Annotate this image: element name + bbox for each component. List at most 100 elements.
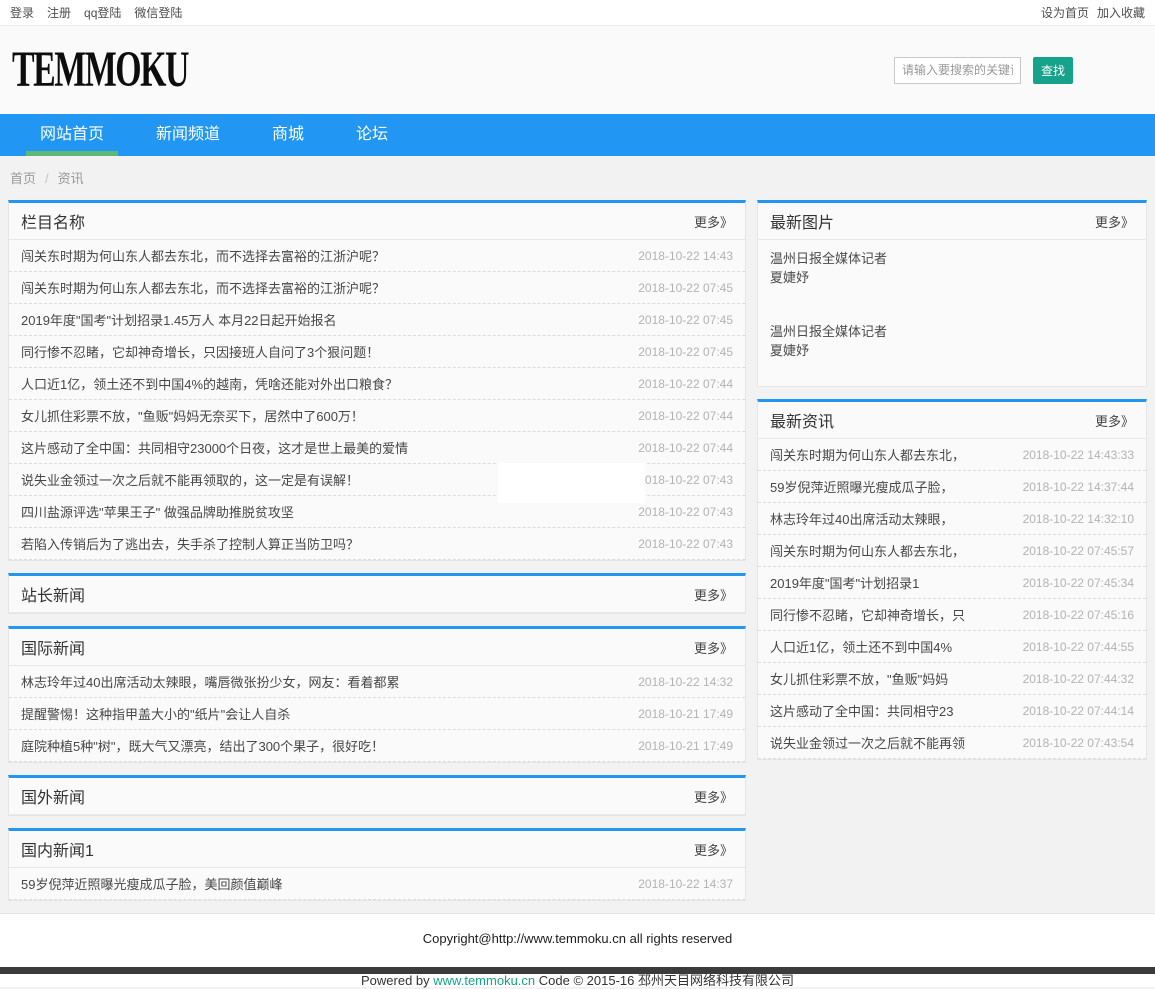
news-row-title: 四川盐源评选"苹果王子" 做强品牌助推脱贫攻坚 [21, 502, 294, 521]
news-row-time: 2018-10-21 17:49 [638, 739, 733, 753]
more-link[interactable]: 更多》 [694, 585, 733, 604]
news-row-title: 女儿抓住彩票不放，"鱼贩"妈妈无奈买下，居然中了600万！ [21, 406, 364, 425]
news-row-title: 闯关东时期为何山东人都去东北，而不选择去富裕的江浙沪呢？ [21, 278, 385, 297]
news-row[interactable]: 2019年度"国考"计划招录1 2018-10-22 07:45:34 [758, 567, 1146, 599]
latest-images-list: 温州日报全媒体记者 夏婕妤 温州日报全媒体记者 夏婕妤 [758, 240, 1146, 386]
panel-title: 国外新闻 [21, 784, 85, 808]
topbar-link[interactable]: 微信登陆 [134, 4, 182, 21]
more-link[interactable]: 更多》 [694, 212, 733, 231]
news-row[interactable]: 同行惨不忍睹，它却神奇增长，只 2018-10-22 07:45:16 [758, 599, 1146, 631]
nav-item-mall[interactable]: 商城 [258, 114, 318, 156]
white-patch-overlay [498, 463, 645, 503]
panel-header: 栏目名称 更多》 [9, 203, 745, 240]
news-list: 闯关东时期为何山东人都去东北， 2018-10-22 14:43:33 59岁倪… [758, 439, 1146, 759]
panel-latest-images: 最新图片 更多》 温州日报全媒体记者 夏婕妤 温州日报全媒体记者 夏婕妤 [757, 200, 1147, 387]
more-link[interactable]: 更多》 [694, 638, 733, 657]
panel-column-news: 栏目名称 更多》 闯关东时期为何山东人都去东北，而不选择去富裕的江浙沪呢？ 20… [8, 200, 746, 561]
image-item[interactable]: 温州日报全媒体记者 夏婕妤 [758, 313, 1146, 386]
nav-item-news-channel[interactable]: 新闻频道 [142, 114, 234, 156]
more-link[interactable]: 更多》 [694, 840, 733, 859]
image-item-caption-line2: 夏婕妤 [770, 268, 1134, 287]
breadcrumb: 首页/资讯 [0, 156, 1155, 200]
news-row-time: 2018-10-22 07:44 [638, 409, 733, 423]
panel-title: 站长新闻 [21, 582, 85, 606]
copyright-text: Copyright@http://www.temmoku.cn all righ… [0, 931, 1155, 946]
news-row-time: 2018-10-22 14:43:33 [1023, 448, 1134, 462]
news-row[interactable]: 闯关东时期为何山东人都去东北， 2018-10-22 14:43:33 [758, 439, 1146, 471]
news-list: 59岁倪萍近照曝光瘦成瓜子脸，美回颜值巅峰 2018-10-22 14:37 [9, 868, 745, 900]
news-row-title: 若陷入传销后为了逃出去，失手杀了控制人算正当防卫吗？ [21, 534, 359, 553]
news-row[interactable]: 闯关东时期为何山东人都去东北，而不选择去富裕的江浙沪呢？ 2018-10-22 … [9, 272, 745, 304]
image-item-caption-line1: 温州日报全媒体记者 [770, 322, 1134, 341]
topbar-right-links: 设为首页加入收藏 [1033, 4, 1145, 21]
site-header: TEMMOKU 查找 [0, 26, 1155, 114]
news-row-time: 2018-10-22 14:43 [638, 249, 733, 263]
main-nav: 网站首页 新闻频道 商城 论坛 [0, 114, 1155, 156]
footer-site-link[interactable]: www.temmoku.cn [433, 973, 535, 988]
news-row[interactable]: 提醒警惕！这种指甲盖大小的"纸片"会让人自杀 2018-10-21 17:49 [9, 698, 745, 730]
news-row-title: 林志玲年过40出席活动太辣眼，嘴唇微张扮少女，网友：看着都累 [21, 672, 399, 691]
panel-header: 站长新闻 更多》 [9, 576, 745, 613]
news-row-title: 2019年度"国考"计划招录1.45万人 本月22日起开始报名 [21, 310, 337, 329]
site-footer: Copyright@http://www.temmoku.cn all righ… [0, 913, 1155, 987]
nav-item-forum[interactable]: 论坛 [342, 114, 402, 156]
news-row-title: 闯关东时期为何山东人都去东北，而不选择去富裕的江浙沪呢？ [21, 246, 385, 265]
panel-header: 国际新闻 更多》 [9, 629, 745, 666]
news-row[interactable]: 这片感动了全中国：共同相守23 2018-10-22 07:44:14 [758, 695, 1146, 727]
news-row[interactable]: 林志玲年过40出席活动太辣眼， 2018-10-22 14:32:10 [758, 503, 1146, 535]
image-item[interactable]: 温州日报全媒体记者 夏婕妤 [758, 240, 1146, 313]
news-row-time: 2018-10-22 07:44:32 [1023, 672, 1134, 686]
news-row-time: 2018-10-22 07:43 [638, 537, 733, 551]
news-row-time: 2018-10-22 14:37 [638, 877, 733, 891]
more-link[interactable]: 更多》 [1095, 212, 1134, 231]
more-link[interactable]: 更多》 [1095, 411, 1134, 430]
news-row-title: 2019年度"国考"计划招录1 [770, 573, 919, 592]
more-link[interactable]: 更多》 [694, 787, 733, 806]
news-row[interactable]: 2019年度"国考"计划招录1.45万人 本月22日起开始报名 2018-10-… [9, 304, 745, 336]
news-row[interactable]: 闯关东时期为何山东人都去东北，而不选择去富裕的江浙沪呢？ 2018-10-22 … [9, 240, 745, 272]
topbar-link[interactable]: 注册 [47, 4, 71, 21]
news-row[interactable]: 林志玲年过40出席活动太辣眼，嘴唇微张扮少女，网友：看着都累 2018-10-2… [9, 666, 745, 698]
news-row-time: 2018-10-22 07:43 [638, 473, 733, 487]
news-row[interactable]: 同行惨不忍睹，它却神奇增长，只因接班人自问了3个狠问题！ 2018-10-22 … [9, 336, 745, 368]
topbar-link[interactable]: 设为首页 [1041, 4, 1089, 21]
search-input[interactable] [894, 57, 1021, 84]
news-row-title: 同行惨不忍睹，它却神奇增长，只 [770, 605, 965, 624]
news-row[interactable]: 59岁倪萍近照曝光瘦成瓜子脸， 2018-10-22 14:37:44 [758, 471, 1146, 503]
news-row-title: 人口近1亿，领土还不到中国4% [770, 637, 952, 656]
breadcrumb-current: 资讯 [58, 171, 84, 186]
news-row[interactable]: 人口近1亿，领土还不到中国4%的越南，凭啥还能对外出口粮食？ 2018-10-2… [9, 368, 745, 400]
nav-item-home[interactable]: 网站首页 [26, 114, 118, 156]
topbar-link[interactable]: 加入收藏 [1097, 4, 1145, 21]
panel-title: 最新资讯 [770, 408, 834, 432]
bottom-strip [0, 967, 1155, 974]
news-row-time: 2018-10-22 07:45 [638, 345, 733, 359]
topbar-link[interactable]: qq登陆 [84, 4, 121, 21]
news-row-title: 提醒警惕！这种指甲盖大小的"纸片"会让人自杀 [21, 704, 290, 723]
news-row[interactable]: 庭院种植5种"树"，既大气又漂亮，结出了300个果子，很好吃！ 2018-10-… [9, 730, 745, 762]
news-row[interactable]: 59岁倪萍近照曝光瘦成瓜子脸，美回颜值巅峰 2018-10-22 14:37 [9, 868, 745, 900]
news-row-time: 2018-10-22 07:44:14 [1023, 704, 1134, 718]
breadcrumb-home[interactable]: 首页 [10, 171, 36, 186]
news-row-time: 2018-10-22 07:45:16 [1023, 608, 1134, 622]
right-column: 最新图片 更多》 温州日报全媒体记者 夏婕妤 温州日报全媒体记者 夏婕妤 [757, 200, 1147, 772]
search-bar: 查找 [894, 57, 1073, 84]
topbar-link[interactable]: 登录 [10, 4, 34, 21]
panel-title: 国内新闻1 [21, 837, 94, 861]
news-row[interactable]: 女儿抓住彩票不放，"鱼贩"妈妈无奈买下，居然中了600万！ 2018-10-22… [9, 400, 745, 432]
panel-title: 栏目名称 [21, 209, 85, 233]
news-row[interactable]: 女儿抓住彩票不放，"鱼贩"妈妈 2018-10-22 07:44:32 [758, 663, 1146, 695]
image-item-caption-line2: 夏婕妤 [770, 341, 1134, 360]
news-row[interactable]: 人口近1亿，领土还不到中国4% 2018-10-22 07:44:55 [758, 631, 1146, 663]
image-item-caption-line1: 温州日报全媒体记者 [770, 249, 1134, 268]
site-logo[interactable]: TEMMOKU [12, 41, 188, 99]
news-row[interactable]: 这片感动了全中国：共同相守23000个日夜，这才是世上最美的爱情 2018-10… [9, 432, 745, 464]
news-row-title: 林志玲年过40出席活动太辣眼， [770, 509, 953, 528]
panel-webmaster-news: 站长新闻 更多》 [8, 573, 746, 614]
news-row[interactable]: 闯关东时期为何山东人都去东北， 2018-10-22 07:45:57 [758, 535, 1146, 567]
news-row[interactable]: 若陷入传销后为了逃出去，失手杀了控制人算正当防卫吗？ 2018-10-22 07… [9, 528, 745, 560]
news-row[interactable]: 说失业金领过一次之后就不能再领 2018-10-22 07:43:54 [758, 727, 1146, 759]
news-row-title: 59岁倪萍近照曝光瘦成瓜子脸， [770, 477, 953, 496]
search-button[interactable]: 查找 [1033, 57, 1073, 84]
news-row-time: 2018-10-22 07:44 [638, 377, 733, 391]
